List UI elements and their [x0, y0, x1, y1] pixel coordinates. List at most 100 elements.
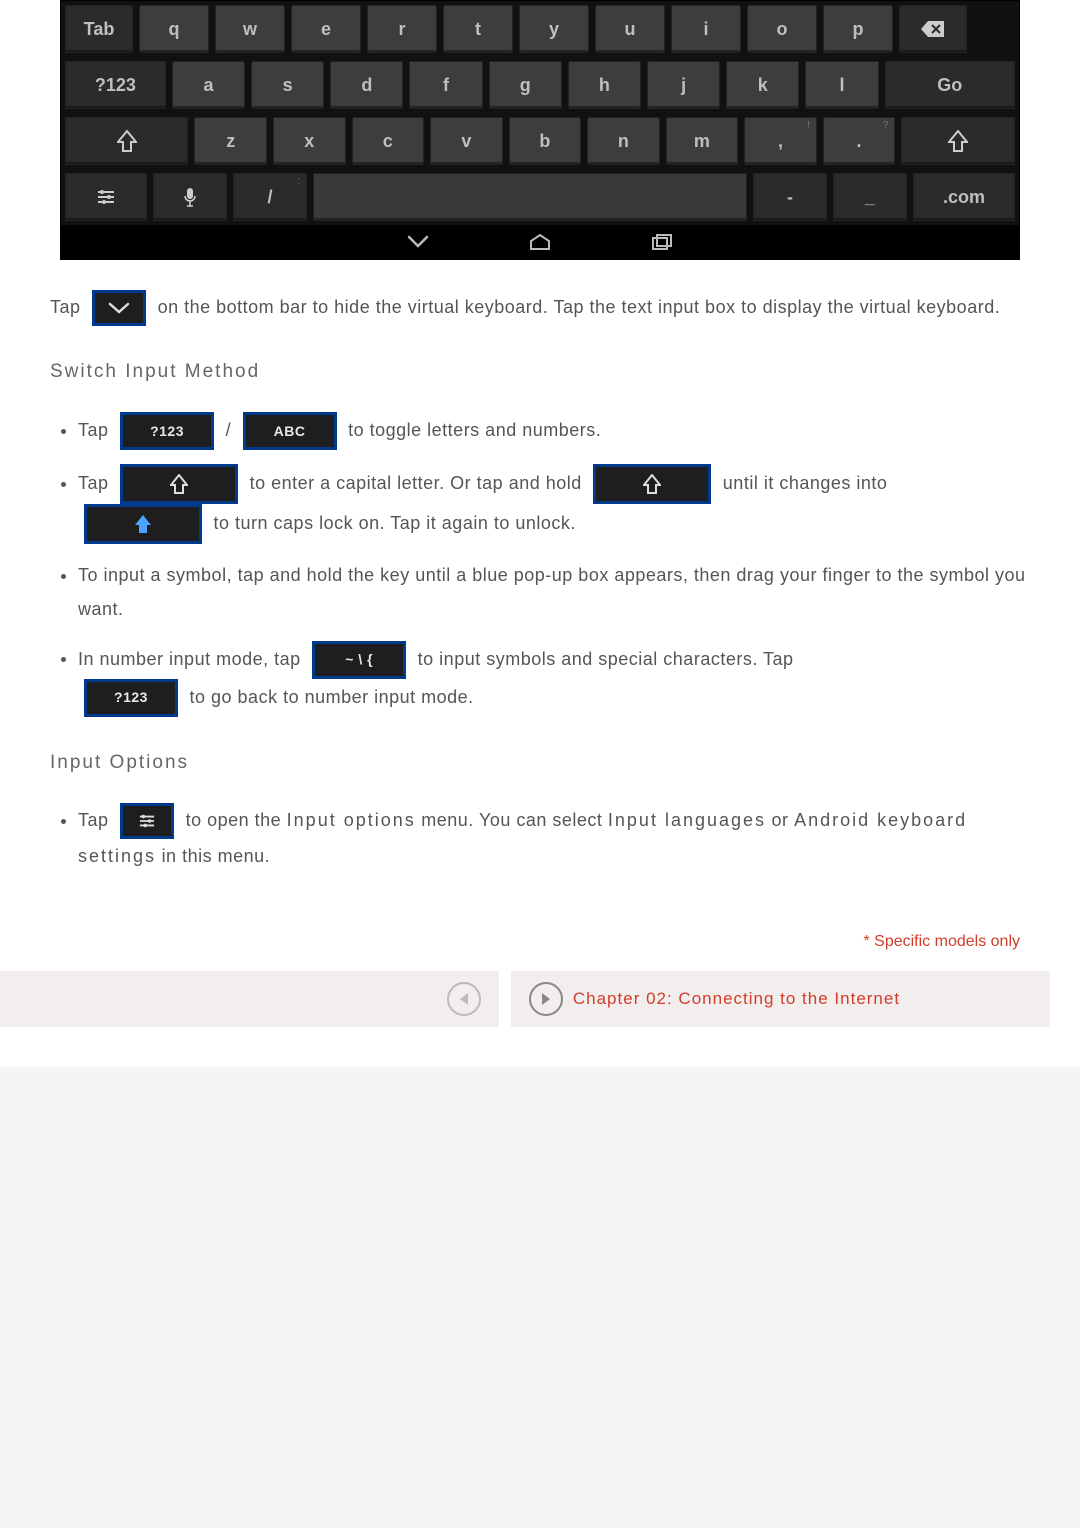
key-label: q [169, 19, 180, 40]
key-v[interactable]: v [430, 117, 503, 165]
key-mode-123[interactable]: ?123 [65, 61, 166, 109]
nav-hide-keyboard-icon[interactable] [407, 235, 429, 249]
key-slash[interactable]: : / [233, 173, 307, 221]
key-label: x [304, 131, 314, 152]
key-label: n [618, 131, 629, 152]
shift-icon [948, 130, 968, 152]
key-label: - [787, 187, 793, 208]
key-dash[interactable]: - [753, 173, 827, 221]
text: on the bottom bar to hide the virtual ke… [158, 297, 1001, 317]
emphasis: Input languages [608, 810, 766, 830]
next-chapter-button[interactable] [529, 982, 563, 1016]
key-q[interactable]: q [139, 5, 209, 53]
key-label: .com [943, 187, 985, 208]
prev-chapter-button[interactable] [447, 982, 481, 1016]
shift-icon [117, 130, 137, 152]
chip-shift-outline [593, 464, 711, 504]
key-b[interactable]: b [509, 117, 582, 165]
text: to open the [186, 810, 282, 830]
next-chapter-label[interactable]: Chapter 02: Connecting to the Internet [573, 989, 900, 1009]
key-f[interactable]: f [409, 61, 482, 109]
paragraph-hide-keyboard: Tap on the bottom bar to hide the virtua… [50, 290, 1030, 326]
key-label: k [758, 75, 768, 96]
key-i[interactable]: i [671, 5, 741, 53]
key-r[interactable]: r [367, 5, 437, 53]
key-label: t [475, 19, 481, 40]
key-label: w [243, 19, 257, 40]
key-a[interactable]: a [172, 61, 245, 109]
heading-input-options: Input Options [50, 747, 1030, 779]
key-voice-input[interactable] [153, 173, 227, 221]
key-label: v [461, 131, 471, 152]
key-tab[interactable]: Tab [65, 5, 133, 53]
key-label: m [694, 131, 710, 152]
key-label: Go [937, 75, 962, 96]
key-label: . [856, 131, 861, 152]
key-y[interactable]: y [519, 5, 589, 53]
key-t[interactable]: t [443, 5, 513, 53]
backspace-icon [920, 20, 946, 38]
key-label: Tab [84, 19, 115, 40]
key-p[interactable]: p [823, 5, 893, 53]
text: in this menu. [162, 846, 271, 866]
key-label: i [703, 19, 708, 40]
key-label: g [520, 75, 531, 96]
text: Tap [78, 810, 109, 830]
key-d[interactable]: d [330, 61, 403, 109]
footer-next-cell: Chapter 02: Connecting to the Internet [511, 971, 1050, 1027]
nav-recent-apps-icon[interactable] [651, 234, 673, 250]
key-period[interactable]: ? . [823, 117, 896, 165]
key-z[interactable]: z [194, 117, 267, 165]
key-go[interactable]: Go [885, 61, 1016, 109]
footer-prev-cell [0, 971, 499, 1027]
page: Tab q w e r t y u i o p ?123 [0, 0, 1080, 1067]
input-options-list: Tap to open the Input options menu. You … [78, 803, 1030, 873]
key-g[interactable]: g [489, 61, 562, 109]
text: to toggle letters and numbers. [348, 420, 601, 440]
key-underscore[interactable]: _ [833, 173, 907, 221]
key-dot-com[interactable]: .com [913, 173, 1015, 221]
key-l[interactable]: l [805, 61, 878, 109]
virtual-keyboard: Tab q w e r t y u i o p ?123 [60, 0, 1020, 260]
list-item: Tap to enter a capital letter. Or tap an… [78, 464, 1030, 544]
key-backspace[interactable] [899, 5, 967, 53]
key-label: y [549, 19, 559, 40]
key-label: / [267, 187, 272, 208]
key-x[interactable]: x [273, 117, 346, 165]
text: Tap [78, 420, 109, 440]
key-hint: : [297, 176, 300, 187]
keyboard-row-3: z x c v b n m ! , ? . [61, 113, 1019, 169]
key-w[interactable]: w [215, 5, 285, 53]
key-m[interactable]: m [666, 117, 739, 165]
key-k[interactable]: k [726, 61, 799, 109]
key-label: f [443, 75, 449, 96]
key-hint: ! [807, 120, 810, 131]
key-label: l [839, 75, 844, 96]
chip-mode-abc: ABC [243, 412, 337, 450]
key-o[interactable]: o [747, 5, 817, 53]
key-s[interactable]: s [251, 61, 324, 109]
footnote-specific-models: * Specific models only [0, 903, 1080, 971]
key-input-options[interactable] [65, 173, 147, 221]
footer-chapter-nav: Chapter 02: Connecting to the Internet [0, 971, 1080, 1027]
key-shift-left[interactable] [65, 117, 188, 165]
key-h[interactable]: h [568, 61, 641, 109]
key-shift-right[interactable] [901, 117, 1015, 165]
key-e[interactable]: e [291, 5, 361, 53]
key-label: s [283, 75, 293, 96]
text: to enter a capital letter. Or tap and ho… [250, 473, 582, 493]
key-c[interactable]: c [352, 117, 425, 165]
list-item: To input a symbol, tap and hold the key … [78, 558, 1030, 626]
key-label: p [853, 19, 864, 40]
key-label: r [398, 19, 405, 40]
nav-home-icon[interactable] [529, 234, 551, 250]
key-comma[interactable]: ! , [744, 117, 817, 165]
chip-mode-123: ?123 [120, 412, 214, 450]
chip-mode-123: ?123 [84, 679, 178, 717]
key-label: h [599, 75, 610, 96]
key-j[interactable]: j [647, 61, 720, 109]
chip-symbols: ~ \ { [312, 641, 406, 679]
key-u[interactable]: u [595, 5, 665, 53]
key-n[interactable]: n [587, 117, 660, 165]
key-space[interactable] [313, 173, 747, 221]
